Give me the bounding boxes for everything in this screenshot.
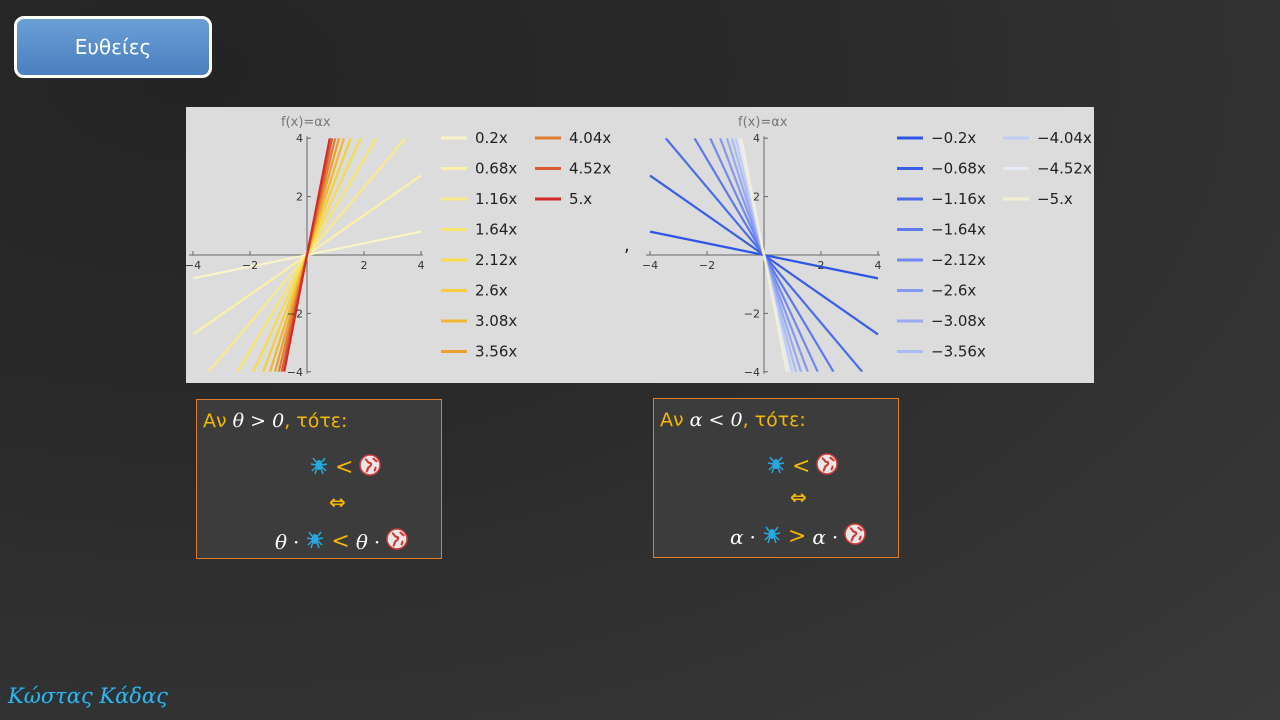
dot-operator: · [831,524,839,549]
y-tick-label: 4 [296,132,303,145]
dot-operator: · [749,524,756,549]
right-legend: −0.2x −0.68x −1.16x −1.64x −2.12x −2.6x −3.08x… [897,129,1092,361]
rule-condition: α < 0 [689,409,743,431]
globe-icon [816,453,839,480]
rule-suffix: , τότε: [742,409,806,431]
legend-label: 0.2x [475,129,508,147]
coefficient: α [730,524,744,549]
slide-title: Ευθείες [74,35,152,59]
inequality-row: < [309,454,382,481]
rule-box-positive: Αν θ > 0, τότε: < ⇔ θ · < θ · [196,399,442,559]
author-signature: Κώστας Κάδας [8,684,168,708]
rule-condition: θ > 0 [232,410,285,432]
globe-icon [386,528,408,555]
product-inequality-row: θ · < θ · [275,528,408,555]
legend-label: −1.64x [931,221,986,239]
y-tick-label: 2 [296,191,303,204]
legend-label: 4.52x [569,160,611,178]
x-tick-label: 4 [875,259,882,272]
coefficient: θ [275,529,288,554]
function-label: f(x)=αx [281,115,331,130]
legend-label: −1.16x [931,190,986,208]
plots-panel: −4 −2 2 4 4 2 −2 −4 f(x)=αx 0.2x 0.68x 1.16x 1.64x 2… [186,107,1094,383]
legend-label: 1.16x [475,190,517,208]
rule-prefix: Αν [203,410,233,432]
x-tick-label: −4 [642,259,658,272]
rule-heading: Αν α < 0, τότε: [660,409,806,431]
plot-separator: , [624,235,630,256]
x-tick-label: 4 [418,259,425,272]
dot-operator: · [293,529,300,554]
legend-label: 3.56x [475,343,517,361]
spider-icon [309,455,329,480]
legend-label: −5.x [1037,190,1073,208]
relation-sign: > [787,524,807,549]
y-tick-label: 2 [753,191,760,204]
left-legend: 0.2x 0.68x 1.16x 1.64x 2.12x 2.6x 3.08x 3.56x 4.… [441,129,611,361]
y-tick-label: 4 [753,132,760,145]
right-plot: −4 −2 2 4 4 2 −2 −4 f(x)=αx [642,115,882,379]
globe-icon [844,523,866,550]
legend-label: −2.12x [931,251,986,269]
rule-box-negative: Αν α < 0, τότε: < ⇔ α · > α · [653,398,899,558]
rule-prefix: Αν [660,409,690,431]
y-tick-label: −2 [287,307,303,320]
relation-sign: < [335,455,354,480]
equivalence-row: ⇔ [790,485,807,509]
rule-suffix: , τότε: [284,410,348,432]
legend-label: 5.x [569,190,592,208]
spider-icon [305,529,325,554]
slide-title-button[interactable]: Ευθείες [14,16,212,78]
legend-label: 2.6x [475,282,508,300]
inequality-row: < [766,453,839,480]
equivalence-row: ⇔ [329,490,346,514]
legend-label: 2.12x [475,251,517,269]
coefficient: α [812,524,826,549]
left-plot: −4 −2 2 4 4 2 −2 −4 f(x)=αx [186,115,425,379]
plots-svg: −4 −2 2 4 4 2 −2 −4 f(x)=αx 0.2x 0.68x 1.16x 1.64x 2… [186,115,1092,379]
rule-heading: Αν θ > 0, τότε: [203,410,347,432]
iff-arrow: ⇔ [790,485,807,509]
legend-label: −4.04x [1037,129,1092,147]
legend-label: −3.08x [931,312,986,330]
y-tick-label: −4 [744,366,760,379]
iff-arrow: ⇔ [329,490,346,514]
x-tick-label: 2 [818,259,825,272]
y-tick-label: −4 [287,366,303,379]
x-tick-label: −2 [699,259,715,272]
relation-sign: < [331,529,350,554]
legend-label: 3.08x [475,312,517,330]
relation-sign: < [792,454,811,479]
globe-icon [359,454,382,481]
legend-label: −3.56x [931,343,986,361]
legend-label: −4.52x [1037,160,1092,178]
y-tick-label: −2 [744,307,760,320]
spider-icon [762,524,782,549]
legend-label: 0.68x [475,160,517,178]
x-tick-label: 2 [361,259,368,272]
legend-label: −0.2x [931,129,976,147]
legend-label: −2.6x [931,282,976,300]
legend-label: 1.64x [475,221,517,239]
legend-label: −0.68x [931,160,986,178]
product-inequality-row: α · > α · [730,523,866,550]
legend-label: 4.04x [569,129,611,147]
spider-icon [766,454,786,479]
x-tick-label: −4 [186,259,201,272]
x-tick-label: −2 [242,259,258,272]
coefficient: θ [355,529,368,554]
dot-operator: · [373,529,381,554]
function-label: f(x)=αx [738,115,788,130]
